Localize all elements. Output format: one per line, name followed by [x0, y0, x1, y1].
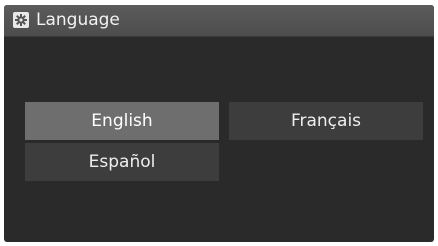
language-option-french[interactable]: Français: [229, 102, 423, 140]
language-option-english[interactable]: English: [25, 102, 219, 140]
language-option-label: English: [91, 111, 153, 131]
page-title: Language: [36, 10, 120, 30]
title-bar: Language: [4, 5, 434, 37]
gear-icon: [13, 12, 29, 28]
language-option-label: Español: [88, 152, 156, 172]
language-option-spanish[interactable]: Español: [25, 143, 219, 181]
language-option-label: Français: [290, 111, 362, 131]
language-screen: Language English Français Español: [4, 5, 434, 242]
